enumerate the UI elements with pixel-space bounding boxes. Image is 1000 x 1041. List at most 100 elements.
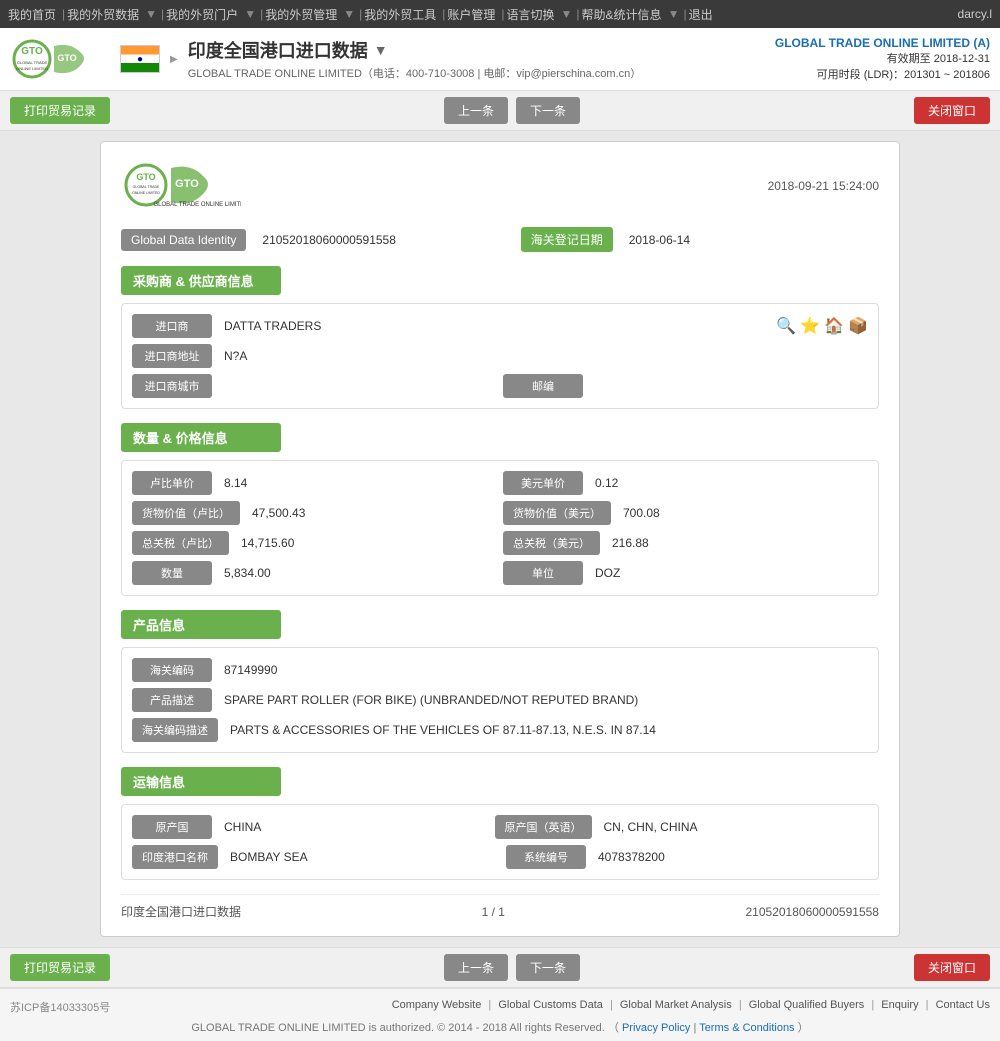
next-button-top[interactable]: 下一条 xyxy=(516,97,580,124)
svg-text:GTO: GTO xyxy=(57,53,76,63)
transport-body: 原产国 CHINA 原产国（英语） CN, CHN, CHINA 印度港口名称 … xyxy=(121,804,879,880)
footer-terms[interactable]: Terms & Conditions xyxy=(699,1022,794,1034)
hs-code-label: 海关编码 xyxy=(132,658,212,682)
footer-left: 印度全国港口进口数据 xyxy=(121,903,241,920)
quantity-label: 数量 xyxy=(132,561,212,585)
product-section: 产品信息 海关编码 87149990 产品描述 SPARE PART ROLLE… xyxy=(121,610,879,753)
hs-code-desc-label: 海关编码描述 xyxy=(132,718,218,742)
footer-enquiry[interactable]: Enquiry xyxy=(881,999,918,1011)
next-button-bottom[interactable]: 下一条 xyxy=(516,954,580,981)
cargo-value-usd-value: 700.08 xyxy=(617,502,868,524)
unit-price-usd-value: 0.12 xyxy=(589,472,868,494)
unit-label: 单位 xyxy=(503,561,583,585)
global-data-identity-value: 21052018060000591558 xyxy=(254,229,512,251)
svg-text:GLOBAL TRADE ONLINE LIMITED: GLOBAL TRADE ONLINE LIMITED xyxy=(153,202,241,208)
total-duty-inr-label: 总关税（卢比） xyxy=(132,531,229,555)
hs-code-value: 87149990 xyxy=(218,659,868,681)
nav-logout[interactable]: 退出 xyxy=(689,6,713,23)
ldr-range: 可用时段 (LDR)：201301 ~ 201806 xyxy=(775,66,990,82)
unit-price-usd-label: 美元单价 xyxy=(503,471,583,495)
global-data-identity-label: Global Data Identity xyxy=(121,229,246,251)
importer-city-row: 进口商城市 邮编 xyxy=(132,374,868,398)
cargo-value-row: 货物价值（卢比） 47,500.43 货物价值（美元） 700.08 xyxy=(132,501,868,525)
mail-icon[interactable]: 📦 xyxy=(848,316,868,336)
footer-market-analysis[interactable]: Global Market Analysis xyxy=(620,999,732,1011)
quantity-value: 5,834.00 xyxy=(218,562,497,584)
close-button-top[interactable]: 关闭窗口 xyxy=(914,97,990,124)
product-desc-label: 产品描述 xyxy=(132,688,212,712)
buyer-supplier-header: 采购商 & 供应商信息 xyxy=(121,266,281,295)
icp-number: 苏ICP备14033305号 xyxy=(10,999,110,1015)
cargo-value-usd-label: 货物价值（美元） xyxy=(503,501,611,525)
postcode-label: 邮编 xyxy=(503,374,583,398)
svg-text:GLOBAL TRADE: GLOBAL TRADE xyxy=(133,185,160,189)
origin-country-label: 原产国 xyxy=(132,815,212,839)
origin-country-value: CHINA xyxy=(218,816,489,838)
print-button-top[interactable]: 打印贸易记录 xyxy=(10,97,110,124)
nav-trade-data[interactable]: 我的外贸数据 xyxy=(67,6,139,23)
buyer-supplier-section: 采购商 & 供应商信息 进口商 DATTA TRADERS 🔍 ⭐ 🏠 📦 进口… xyxy=(121,266,879,409)
system-code-value: 4078378200 xyxy=(592,846,868,868)
svg-text:GTO: GTO xyxy=(175,178,199,190)
india-port-row: 印度港口名称 BOMBAY SEA 系统编号 4078378200 xyxy=(132,845,868,869)
importer-address-row: 进口商地址 N?A xyxy=(132,344,868,368)
search-icon[interactable]: 🔍 xyxy=(776,316,796,336)
nav-portal[interactable]: 我的外贸门户 xyxy=(166,6,238,23)
unit-price-inr-value: 8.14 xyxy=(218,472,497,494)
record-datetime: 2018-09-21 15:24:00 xyxy=(768,179,879,193)
svg-text:ONLINE LIMITED: ONLINE LIMITED xyxy=(16,66,48,71)
nav-account[interactable]: 账户管理 xyxy=(447,6,495,23)
footer-contact-us[interactable]: Contact Us xyxy=(936,999,990,1011)
top-navigation: 我的首页 | 我的外贸数据 ▼ | 我的外贸门户 ▼ | 我的外贸管理 ▼ | … xyxy=(0,0,1000,28)
footer-right: 21052018060000591558 xyxy=(746,905,879,919)
unit-price-inr-label: 卢比单价 xyxy=(132,471,212,495)
importer-row: 进口商 DATTA TRADERS 🔍 ⭐ 🏠 📦 xyxy=(132,314,868,338)
print-button-bottom[interactable]: 打印贸易记录 xyxy=(10,954,110,981)
footer-qualified-buyers[interactable]: Global Qualified Buyers xyxy=(749,999,865,1011)
nav-language[interactable]: 语言切换 xyxy=(507,6,555,23)
india-port-value: BOMBAY SEA xyxy=(224,846,500,868)
header-right: GLOBAL TRADE ONLINE LIMITED (A) 有效期至 201… xyxy=(775,36,990,82)
footer-links: Company Website | Global Customs Data | … xyxy=(392,999,990,1011)
header-title-area: 印度全国港口进口数据 ▼ GLOBAL TRADE ONLINE LIMITED… xyxy=(188,37,642,81)
prev-button-bottom[interactable]: 上一条 xyxy=(444,954,508,981)
username: darcy.l xyxy=(958,7,992,21)
nav-home[interactable]: 我的首页 xyxy=(8,6,56,23)
prev-button-top[interactable]: 上一条 xyxy=(444,97,508,124)
hs-code-row: 海关编码 87149990 xyxy=(132,658,868,682)
home-icon[interactable]: 🏠 xyxy=(824,316,844,336)
top-toolbar: 打印贸易记录 上一条 下一条 关闭窗口 xyxy=(0,91,1000,131)
record-footer: 印度全国港口进口数据 1 / 1 21052018060000591558 xyxy=(121,894,879,920)
header-subtitle: GLOBAL TRADE ONLINE LIMITED（电话：400-710-3… xyxy=(188,65,642,81)
importer-address-label: 进口商地址 xyxy=(132,344,212,368)
origin-country-row: 原产国 CHINA 原产国（英语） CN, CHN, CHINA xyxy=(132,815,868,839)
importer-address-value: N?A xyxy=(218,345,868,367)
importer-city-value xyxy=(218,382,497,390)
product-body: 海关编码 87149990 产品描述 SPARE PART ROLLER (FO… xyxy=(121,647,879,753)
flag-arrow: ▶ xyxy=(170,54,178,65)
footer-company-website[interactable]: Company Website xyxy=(392,999,482,1011)
footer-customs-data[interactable]: Global Customs Data xyxy=(498,999,603,1011)
star-icon[interactable]: ⭐ xyxy=(800,316,820,336)
page-title: 印度全国港口进口数据 ▼ xyxy=(188,37,642,63)
page-header: GTO GLOBAL TRADE ONLINE LIMITED GTO ▶ 印度… xyxy=(0,28,1000,91)
nav-tools[interactable]: 我的外贸工具 xyxy=(364,6,436,23)
svg-text:GTO: GTO xyxy=(136,172,155,182)
nav-management[interactable]: 我的外贸管理 xyxy=(265,6,337,23)
bottom-toolbar: 打印贸易记录 上一条 下一条 关闭窗口 xyxy=(0,947,1000,988)
footer-copyright: GLOBAL TRADE ONLINE LIMITED is authorize… xyxy=(10,1019,990,1035)
india-port-label: 印度港口名称 xyxy=(132,845,218,869)
nav-help[interactable]: 帮助&统计信息 xyxy=(582,6,662,23)
logo: GTO GLOBAL TRADE ONLINE LIMITED GTO xyxy=(10,34,110,84)
title-dropdown-icon[interactable]: ▼ xyxy=(374,42,388,58)
transport-header: 运输信息 xyxy=(121,767,281,796)
page-footer: 苏ICP备14033305号 Company Website | Global … xyxy=(0,988,1000,1041)
india-flag xyxy=(120,45,160,73)
total-duty-inr-value: 14,715.60 xyxy=(235,532,497,554)
importer-value: DATTA TRADERS xyxy=(218,315,770,337)
footer-privacy-policy[interactable]: Privacy Policy xyxy=(622,1022,690,1034)
identity-row: Global Data Identity 2105201806000059155… xyxy=(121,227,879,252)
close-button-bottom[interactable]: 关闭窗口 xyxy=(914,954,990,981)
total-duty-row: 总关税（卢比） 14,715.60 总关税（美元） 216.88 xyxy=(132,531,868,555)
validity-date: 有效期至 2018-12-31 xyxy=(775,50,990,66)
